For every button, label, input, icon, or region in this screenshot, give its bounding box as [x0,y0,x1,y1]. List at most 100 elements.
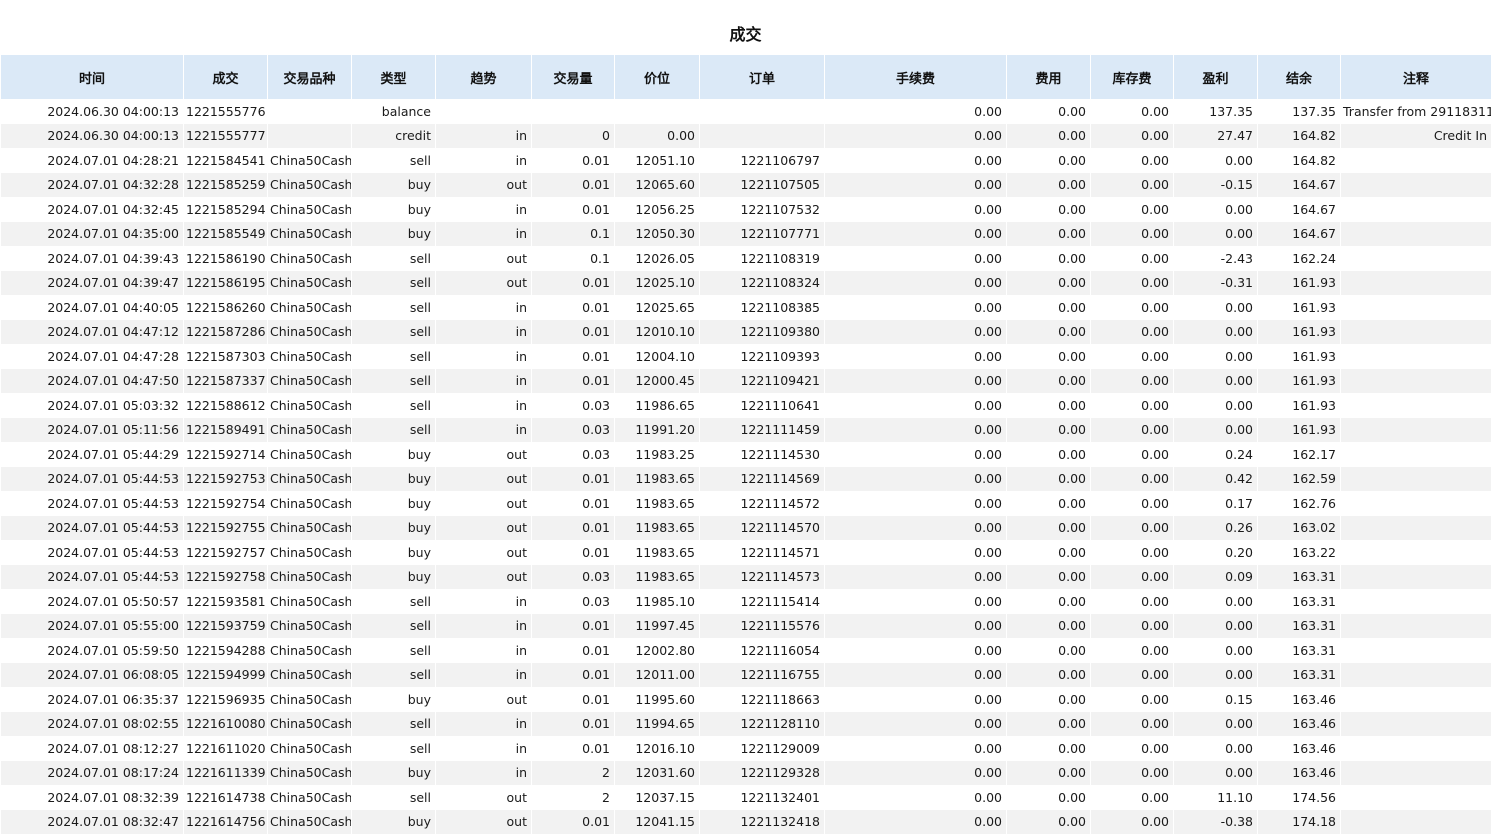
table-row[interactable]: 2024.07.01 04:32:45 1221585294 China50Cash… [0,197,1491,222]
cell-profit: 0.24 [1173,442,1258,467]
table-row[interactable]: 2024.07.01 08:12:27 1221611020 China50Cash… [0,736,1491,761]
table-row[interactable]: 2024.07.01 06:08:05 1221594999 China50Cash… [0,662,1491,687]
cell-symbol: China50Cash [267,515,352,540]
table-row[interactable]: 2024.07.01 05:44:29 1221592714 China50Cash… [0,442,1491,467]
cell-comment [1340,442,1491,467]
cell-deal: 1221611339 [183,760,268,785]
table-row[interactable]: 2024.07.01 05:55:00 1221593759 China50Cash… [0,613,1491,638]
col-header-time[interactable]: 时间 [0,55,184,99]
table-row[interactable]: 2024.07.01 05:44:53 1221592754 China50Cash… [0,491,1491,516]
table-row[interactable]: 2024.07.01 08:32:39 1221614738 China50Cash… [0,785,1491,810]
cell-time: 2024.07.01 04:35:00 [0,221,184,246]
cell-swap: 0.00 [1090,466,1174,491]
table-row[interactable]: 2024.07.01 04:47:12 1221587286 China50Cash… [0,319,1491,344]
cell-price: 11983.65 [614,540,700,565]
cell-balance: 163.22 [1257,540,1341,565]
cell-swap: 0.00 [1090,687,1174,712]
cell-type: sell [351,148,436,173]
cell-volume: 0.01 [531,172,615,197]
col-header-symbol[interactable]: 交易品种 [267,55,352,99]
cell-balance: 163.46 [1257,711,1341,736]
table-row[interactable]: 2024.06.30 04:00:13 1221555777 credit in 0 0.… [0,123,1491,148]
cell-time: 2024.07.01 05:44:29 [0,442,184,467]
cell-symbol: China50Cash [267,760,352,785]
cell-comment [1340,148,1491,173]
table-row[interactable]: 2024.07.01 05:03:32 1221588612 China50Cash… [0,393,1491,418]
col-header-swap[interactable]: 库存费 [1090,55,1174,99]
cell-direction: in [435,344,532,369]
cell-commission: 0.00 [824,785,1007,810]
table-row[interactable]: 2024.07.01 04:40:05 1221586260 China50Cash… [0,295,1491,320]
table-row[interactable]: 2024.07.01 08:17:24 1221611339 China50Cash… [0,760,1491,785]
cell-profit: 0.00 [1173,221,1258,246]
cell-direction: in [435,123,532,148]
table-row[interactable]: 2024.07.01 05:44:53 1221592755 China50Cash… [0,515,1491,540]
col-header-deal[interactable]: 成交 [183,55,268,99]
cell-price: 12025.65 [614,295,700,320]
cell-volume: 0.03 [531,564,615,589]
cell-order: 1221108324 [699,270,825,295]
cell-time: 2024.07.01 05:44:53 [0,491,184,516]
cell-fee: 0.00 [1006,295,1091,320]
table-row[interactable]: 2024.07.01 05:44:53 1221592757 China50Cash… [0,540,1491,565]
table-row[interactable]: 2024.07.01 08:02:55 1221610080 China50Cash… [0,711,1491,736]
table-row[interactable]: 2024.07.01 04:28:21 1221584541 China50Cash… [0,148,1491,173]
col-header-comment[interactable]: 注释 [1340,55,1491,99]
cell-profit: 0.42 [1173,466,1258,491]
table-row[interactable]: 2024.07.01 04:47:50 1221587337 China50Cash… [0,368,1491,393]
table-row[interactable]: 2024.07.01 04:35:00 1221585549 China50Cash… [0,221,1491,246]
table-row[interactable]: 2024.07.01 05:44:53 1221592753 China50Cash… [0,466,1491,491]
cell-commission: 0.00 [824,809,1007,834]
cell-symbol: China50Cash [267,613,352,638]
col-header-commission[interactable]: 手续费 [824,55,1007,99]
cell-direction [435,99,532,124]
cell-profit: 0.09 [1173,564,1258,589]
cell-symbol: China50Cash [267,344,352,369]
cell-profit: 0.00 [1173,638,1258,663]
cell-volume: 0.01 [531,662,615,687]
col-header-price[interactable]: 价位 [614,55,700,99]
table-row[interactable]: 2024.06.30 04:00:13 1221555776 balance 0.00… [0,99,1491,124]
cell-swap: 0.00 [1090,319,1174,344]
cell-direction: in [435,417,532,442]
cell-comment [1340,417,1491,442]
col-header-balance[interactable]: 结余 [1257,55,1341,99]
cell-swap: 0.00 [1090,123,1174,148]
cell-profit: -0.31 [1173,270,1258,295]
cell-commission: 0.00 [824,246,1007,271]
col-header-profit[interactable]: 盈利 [1173,55,1258,99]
cell-type: sell [351,368,436,393]
cell-direction: out [435,809,532,834]
cell-symbol: China50Cash [267,393,352,418]
cell-type: sell [351,417,436,442]
table-row[interactable]: 2024.07.01 04:39:47 1221586195 China50Cash… [0,270,1491,295]
col-header-fee[interactable]: 费用 [1006,55,1091,99]
cell-time: 2024.07.01 05:55:00 [0,613,184,638]
table-row[interactable]: 2024.07.01 04:39:43 1221586190 China50Cash… [0,246,1491,271]
cell-volume: 0.01 [531,270,615,295]
table-row[interactable]: 2024.07.01 04:32:28 1221585259 China50Cash… [0,172,1491,197]
cell-profit: 0.00 [1173,368,1258,393]
table-row[interactable]: 2024.07.01 05:50:57 1221593581 China50Cash… [0,589,1491,614]
cell-commission: 0.00 [824,540,1007,565]
cell-order: 1221129328 [699,760,825,785]
col-header-volume[interactable]: 交易量 [531,55,615,99]
col-header-order[interactable]: 订单 [699,55,825,99]
table-row[interactable]: 2024.07.01 04:47:28 1221587303 China50Cash… [0,344,1491,369]
cell-order: 1221116755 [699,662,825,687]
cell-comment [1340,270,1491,295]
table-row[interactable]: 2024.07.01 08:32:47 1221614756 China50Cash… [0,809,1491,834]
cell-price: 12065.60 [614,172,700,197]
col-header-type[interactable]: 类型 [351,55,436,99]
table-row[interactable]: 2024.07.01 05:44:53 1221592758 China50Cash… [0,564,1491,589]
cell-profit: 27.47 [1173,123,1258,148]
table-row[interactable]: 2024.07.01 06:35:37 1221596935 China50Cash… [0,687,1491,712]
cell-volume: 0.01 [531,613,615,638]
table-row[interactable]: 2024.07.01 05:59:50 1221594288 China50Cash… [0,638,1491,663]
table-row[interactable]: 2024.07.01 05:11:56 1221589491 China50Cash… [0,417,1491,442]
cell-type: sell [351,638,436,663]
cell-symbol: China50Cash [267,736,352,761]
cell-fee: 0.00 [1006,99,1091,124]
cell-commission: 0.00 [824,662,1007,687]
col-header-direction[interactable]: 趋势 [435,55,532,99]
